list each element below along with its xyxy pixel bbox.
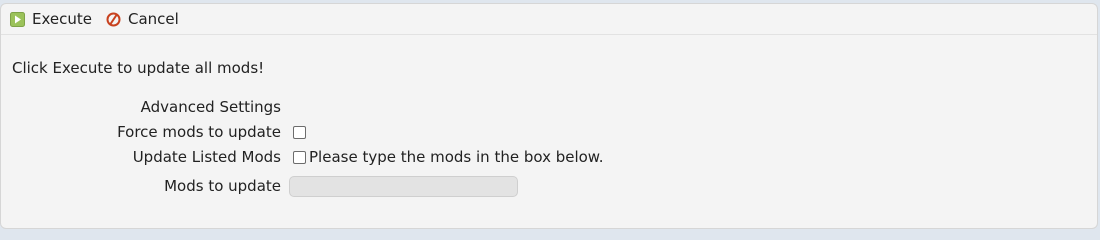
intro-text: Click Execute to update all mods! <box>12 59 265 77</box>
play-icon <box>10 11 25 27</box>
force-update-row: Force mods to update <box>1 121 1097 143</box>
execute-label: Execute <box>32 10 92 28</box>
execute-button[interactable]: Execute <box>10 10 92 28</box>
update-listed-hint: Please type the mods in the box below. <box>309 148 604 166</box>
dialog-window: Execute Cancel Click Execute to update a… <box>0 3 1098 229</box>
advanced-settings-heading: Advanced Settings <box>140 98 281 116</box>
mods-to-update-label: Mods to update <box>164 177 281 195</box>
cancel-icon <box>106 12 121 27</box>
update-listed-checkbox[interactable] <box>293 150 306 164</box>
force-update-control <box>293 125 306 139</box>
mods-to-update-row: Mods to update <box>1 175 1097 197</box>
cancel-label: Cancel <box>128 10 179 28</box>
update-listed-control: Please type the mods in the box below. <box>293 148 603 166</box>
cancel-button[interactable]: Cancel <box>106 10 179 28</box>
mods-to-update-input[interactable] <box>289 175 518 197</box>
advanced-settings-row: Advanced Settings <box>1 96 1097 118</box>
toolbar: Execute Cancel <box>1 4 1097 35</box>
update-listed-label: Update Listed Mods <box>132 148 281 166</box>
force-update-label: Force mods to update <box>117 123 281 141</box>
update-listed-row: Update Listed Mods Please type the mods … <box>1 146 1097 168</box>
force-update-checkbox[interactable] <box>293 125 306 139</box>
mods-to-update-control <box>289 175 518 197</box>
